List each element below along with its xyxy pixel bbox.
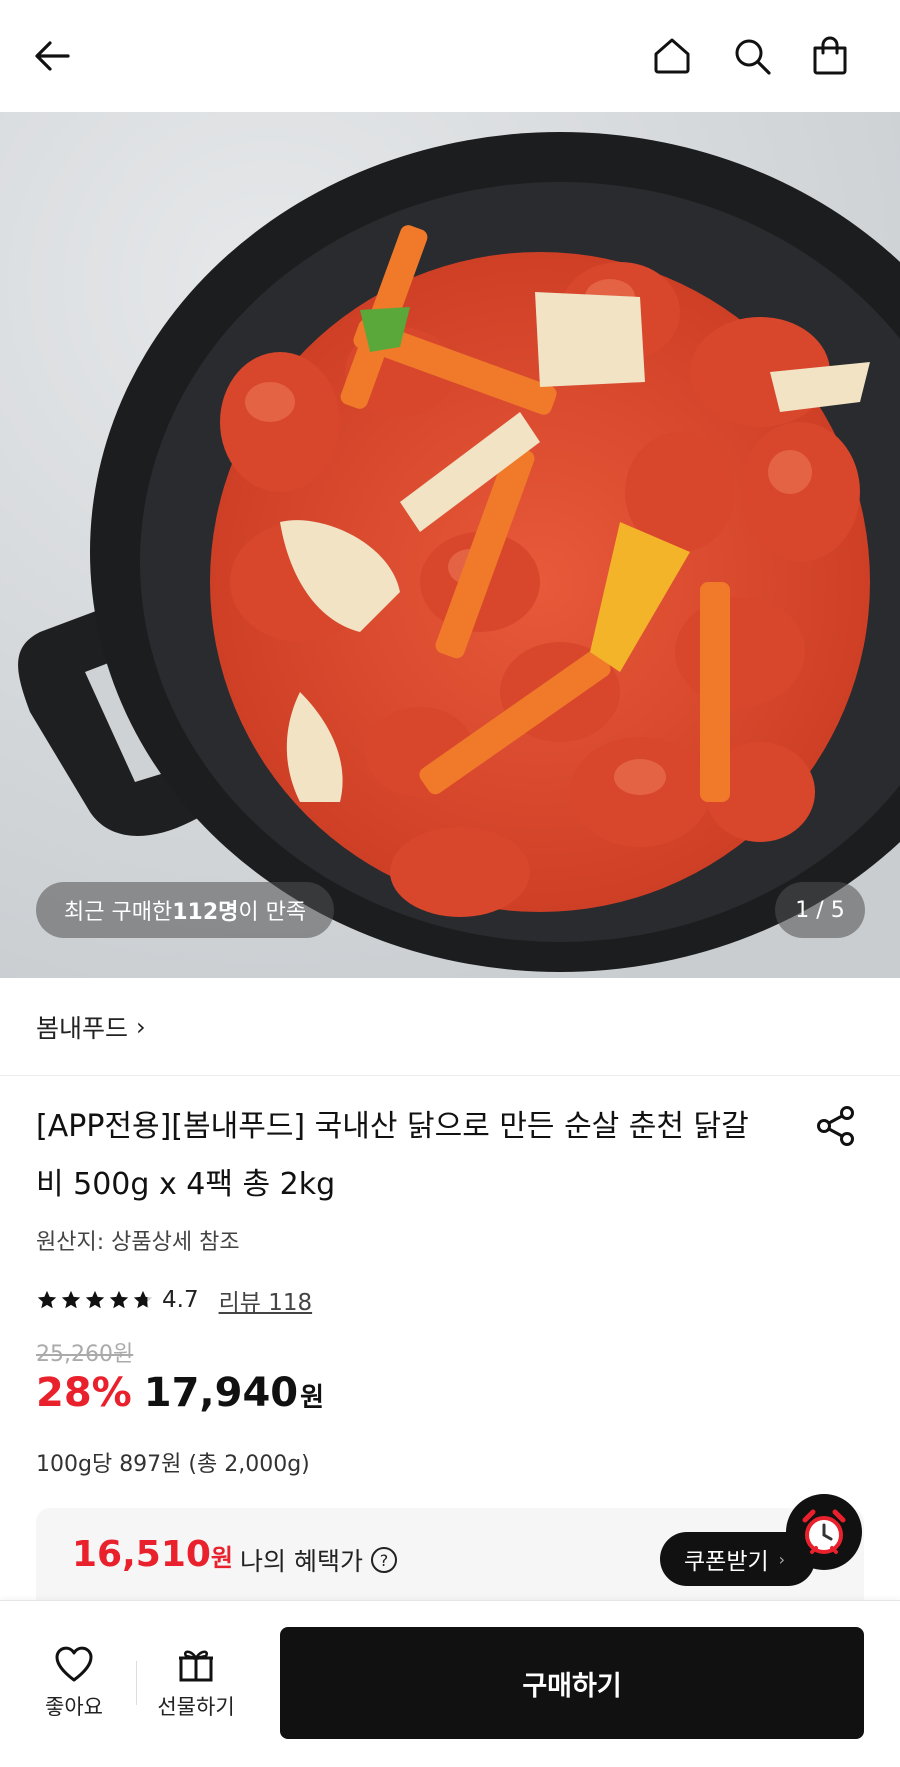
buyers-count: 112명 [172,900,239,925]
chevron-right-icon: › [136,1012,146,1041]
search-icon[interactable] [726,30,778,82]
origin-info: 원산지: 상품상세 참조 [36,1230,240,1255]
star-icon [61,1290,81,1309]
review-link[interactable]: 리뷰 118 [219,1283,313,1317]
gift-label: 선물하기 [157,1695,235,1719]
shopping-bag-icon[interactable] [804,30,856,82]
brand-link[interactable]: 봄내푸드 › [0,978,900,1076]
product-photo [0,112,900,978]
rating-row: 4.7 리뷰 118 [36,1282,312,1318]
gift-button[interactable]: 선물하기 [152,1645,240,1721]
sale-price: 17,940 [143,1370,299,1416]
heart-icon [55,1646,93,1682]
discount-rate: 28% [36,1370,132,1416]
product-title: [APP전용][봄내푸드] 국내산 닭으로 만든 순살 춘천 닭갈비 500g … [36,1109,749,1202]
benefit-label-text: 나의 혜택가 [240,1547,363,1576]
like-button[interactable]: 좋아요 [36,1645,112,1721]
rating-value: 4.7 [162,1287,199,1313]
buy-button[interactable]: 구매하기 [280,1627,864,1739]
chevron-down-icon: › [778,1549,786,1569]
buyers-suffix: 이 만족 [238,900,307,925]
share-icon[interactable] [812,1102,860,1150]
benefit-price: 16,510원 [72,1534,233,1575]
coupon-button-label: 쿠폰받기 [684,1549,769,1575]
unit-price: 100g당 897원 (총 2,000g) [36,1452,310,1477]
star-icon [133,1290,153,1309]
home-icon[interactable] [646,30,698,82]
top-navigation-bar [0,0,900,112]
benefit-price-box: 16,510원 나의 혜택가 ? 쿠폰받기 › [36,1508,864,1604]
divider [136,1661,137,1705]
price-row: 28% 17,940 원 [36,1370,324,1416]
question-icon[interactable]: ? [370,1547,397,1573]
back-arrow-icon[interactable] [26,30,78,82]
brand-name: 봄내푸드 [36,1013,129,1043]
benefit-price-value: 16,510 [72,1534,211,1575]
product-image-carousel[interactable]: 최근 구매한 112명 이 만족 1 / 5 [0,112,900,978]
star-icon [109,1290,129,1309]
recent-buyers-badge: 최근 구매한 112명 이 만족 [36,882,335,938]
benefit-label: 나의 혜택가 ? [240,1542,397,1578]
star-icon [37,1290,57,1309]
buyers-prefix: 최근 구매한 [64,900,173,925]
original-price: 25,260원 [36,1342,134,1367]
bottom-action-bar: 좋아요 선물하기 구매하기 [0,1600,900,1767]
alarm-clock-icon[interactable] [786,1494,862,1570]
rating-stars [36,1289,154,1311]
like-label: 좋아요 [45,1695,103,1719]
image-page-indicator: 1 / 5 [775,882,865,938]
star-icon [85,1290,105,1309]
benefit-price-unit: 원 [210,1544,234,1572]
price-unit: 원 [300,1383,325,1413]
gift-icon [179,1650,213,1682]
